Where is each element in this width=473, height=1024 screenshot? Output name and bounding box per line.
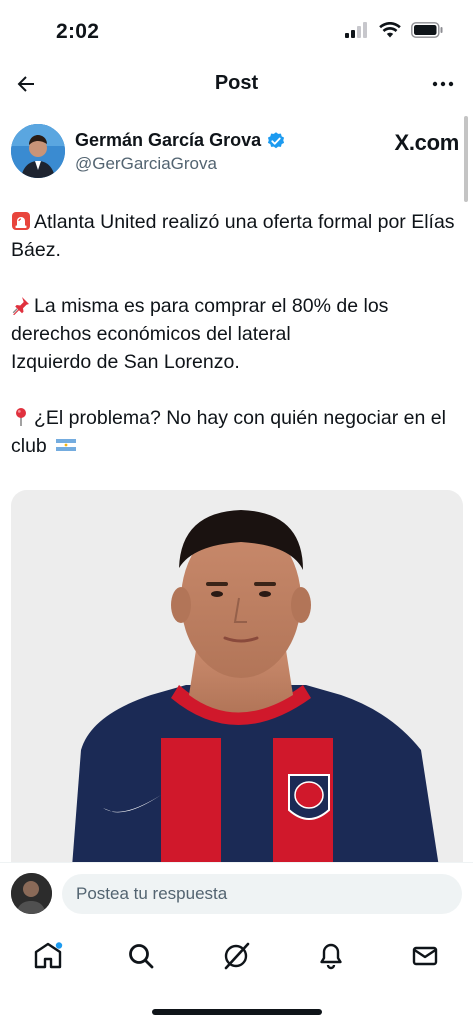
- tweet-media-image[interactable]: [11, 490, 463, 880]
- reply-bar: Postea tu respuesta: [0, 862, 473, 924]
- user-avatar[interactable]: [11, 873, 52, 914]
- battery-icon: [411, 22, 443, 38]
- bell-icon: [320, 943, 342, 970]
- author-row: Germán García Grova @GerGarciaGrova X.co…: [11, 124, 461, 182]
- status-icons: [345, 22, 443, 38]
- author-avatar[interactable]: [11, 124, 65, 178]
- author-handle[interactable]: @GerGarciaGrova: [75, 154, 217, 174]
- wifi-icon: [379, 22, 401, 38]
- reply-input[interactable]: Postea tu respuesta: [62, 874, 462, 914]
- status-bar: 2:02: [0, 0, 473, 62]
- tab-search[interactable]: [121, 936, 161, 976]
- scroll-indicator: [464, 116, 468, 202]
- pushpin-icon: [12, 297, 29, 315]
- tweet-paragraph-3: ¿El problema? No hay con quién negociar …: [11, 407, 446, 457]
- tab-notifications[interactable]: [311, 936, 351, 976]
- siren-icon: [12, 212, 30, 230]
- home-icon: [34, 942, 63, 969]
- navigation-bar: Post: [0, 62, 473, 106]
- more-dots-icon: [432, 81, 454, 87]
- grok-icon: [224, 942, 250, 970]
- envelope-icon: [412, 946, 438, 966]
- more-options-button[interactable]: [427, 68, 459, 100]
- tab-home[interactable]: [28, 936, 68, 976]
- tweet-paragraph-2: La misma es para comprar el 80% de los d…: [11, 295, 389, 373]
- tab-grok[interactable]: [216, 936, 256, 976]
- tab-messages[interactable]: [405, 936, 445, 976]
- search-icon: [129, 944, 154, 969]
- home-indicator[interactable]: [152, 1009, 322, 1015]
- argentina-flag-icon: [56, 439, 77, 451]
- author-name[interactable]: Germán García Grova: [75, 130, 286, 151]
- verified-badge-icon: [268, 131, 285, 148]
- tweet-paragraph-1: Atlanta United realizó una oferta formal…: [11, 211, 455, 261]
- source-label: X.com: [394, 130, 459, 155]
- cellular-signal-icon: [345, 22, 367, 38]
- tweet-text: Atlanta United realizó una oferta formal…: [11, 208, 463, 488]
- status-time: 2:02: [56, 20, 100, 43]
- round-pushpin-icon: [16, 408, 26, 426]
- page-title: Post: [214, 72, 259, 94]
